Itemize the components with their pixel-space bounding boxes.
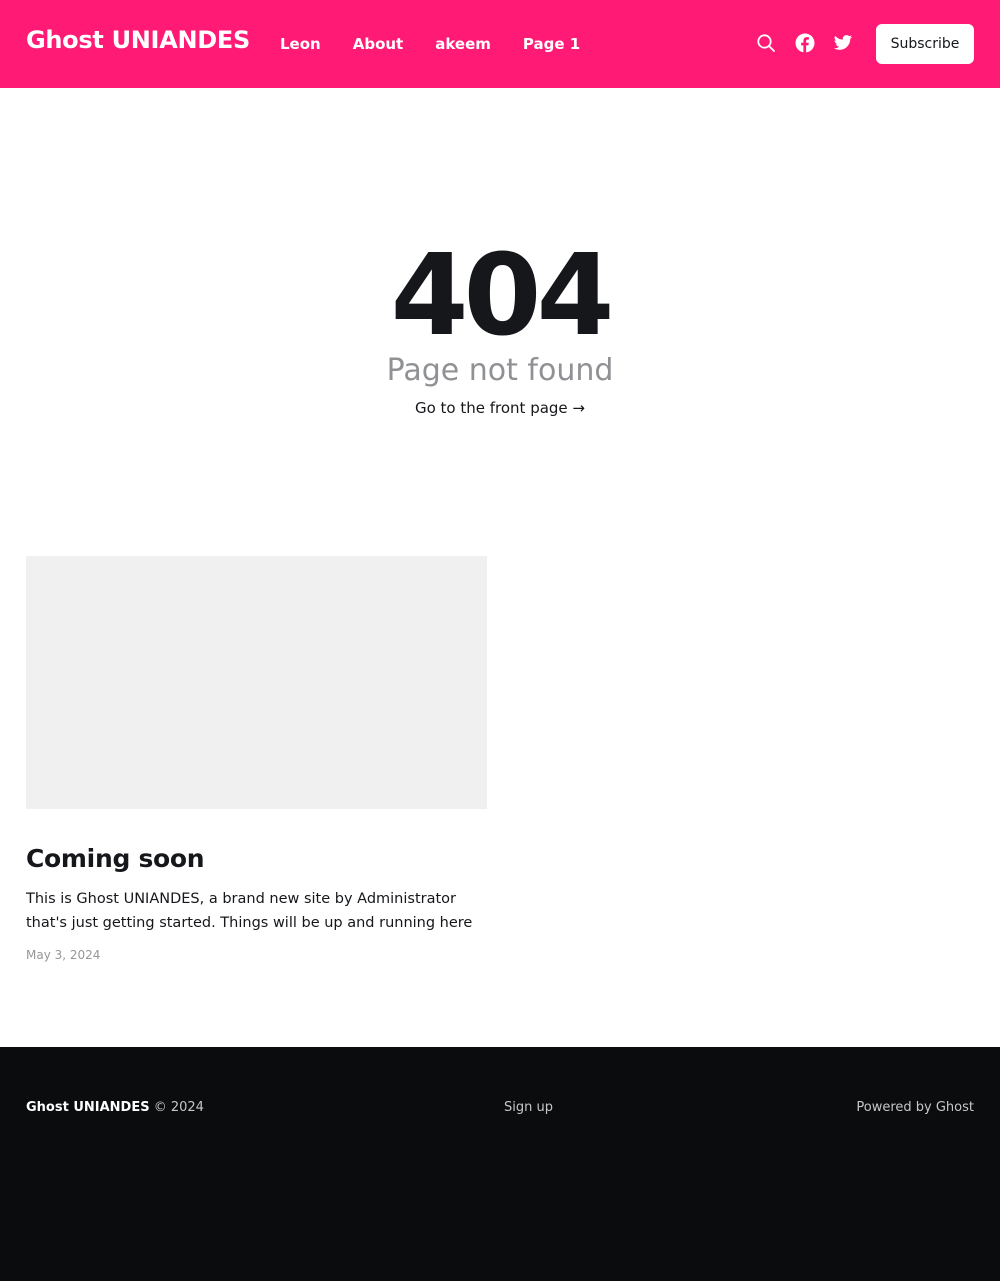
nav-item-akeem[interactable]: akeem bbox=[435, 35, 491, 53]
post-date: May 3, 2024 bbox=[26, 948, 101, 962]
site-footer: Ghost UNIANDES © 2024 Sign up Powered by… bbox=[0, 1047, 1000, 1281]
nav-item-leon[interactable]: Leon bbox=[280, 35, 321, 53]
error-code: 404 bbox=[390, 231, 615, 361]
search-icon[interactable] bbox=[756, 33, 776, 53]
nav-item-about[interactable]: About bbox=[353, 35, 404, 53]
post-card[interactable]: Coming soon This is Ghost UNIANDES, a br… bbox=[26, 556, 487, 962]
facebook-icon[interactable] bbox=[795, 33, 815, 53]
subscribe-button[interactable]: Subscribe bbox=[876, 24, 974, 64]
front-page-link[interactable]: Go to the front page → bbox=[415, 399, 585, 417]
front-page-link-wrap: Go to the front page → bbox=[0, 397, 1000, 419]
site-logo[interactable]: Ghost UNIANDES bbox=[26, 26, 250, 54]
post-excerpt: This is Ghost UNIANDES, a brand new site… bbox=[26, 891, 473, 931]
post-feature-image[interactable] bbox=[26, 556, 487, 809]
footer-copyright: Ghost UNIANDES © 2024 bbox=[26, 1100, 204, 1115]
footer-powered-by-link[interactable]: Powered by Ghost bbox=[856, 1100, 974, 1115]
error-message: Page not found bbox=[386, 353, 614, 388]
site-header: Ghost UNIANDES Leon About akeem Page 1 S… bbox=[0, 0, 1000, 88]
twitter-icon[interactable] bbox=[833, 33, 853, 53]
footer-copyright-year: © 2024 bbox=[153, 1100, 204, 1115]
nav-item-page-1[interactable]: Page 1 bbox=[523, 35, 580, 53]
main-nav: Leon About akeem Page 1 bbox=[280, 35, 612, 53]
footer-signup-link[interactable]: Sign up bbox=[504, 1100, 553, 1115]
post-title[interactable]: Coming soon bbox=[26, 843, 487, 875]
footer-site-title[interactable]: Ghost UNIANDES bbox=[26, 1100, 150, 1115]
